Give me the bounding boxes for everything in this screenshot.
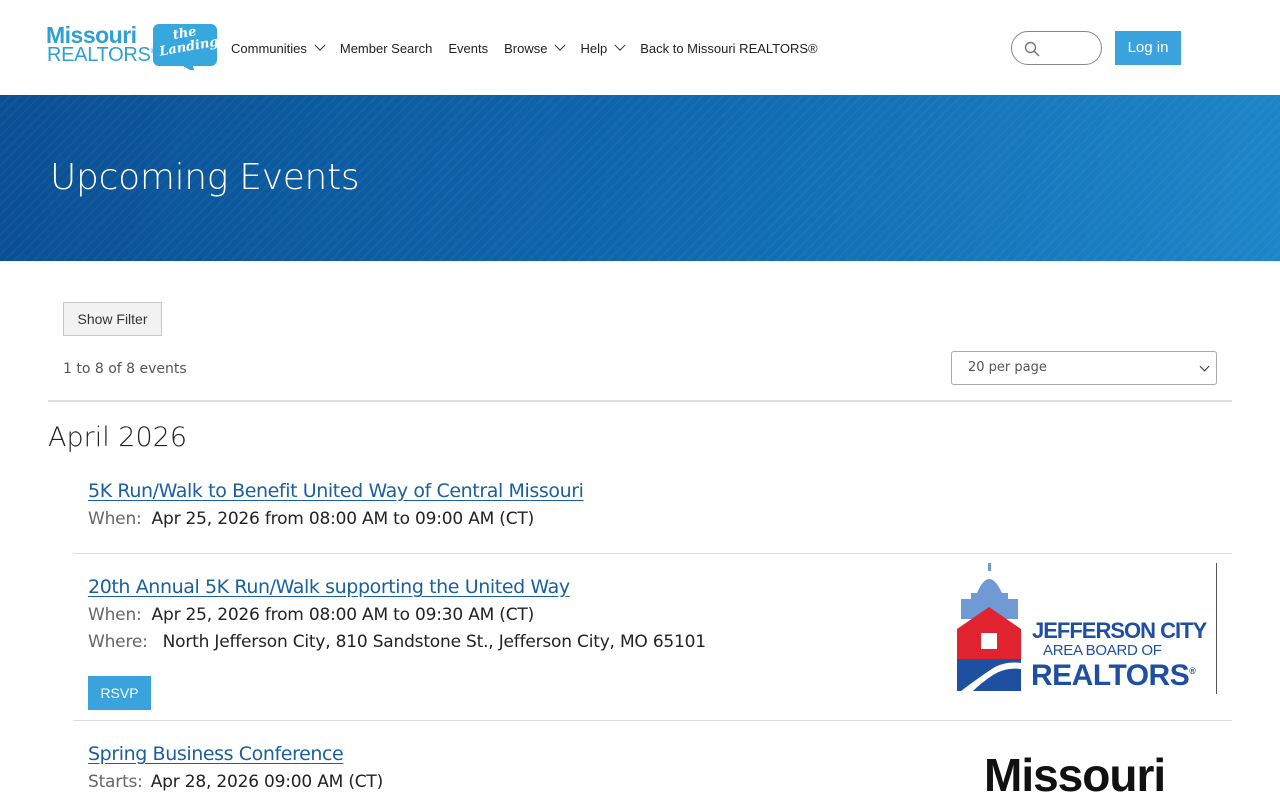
month-heading: April 2026 <box>48 422 188 453</box>
logo-line: AREA BOARD OF <box>1043 642 1162 659</box>
page-title: Upcoming Events <box>50 157 360 198</box>
nav-communities[interactable]: Communities <box>231 39 326 56</box>
chevron-down-icon <box>1199 361 1210 372</box>
logo-realtors: REALTORS® <box>47 44 156 66</box>
event-title-link[interactable]: Spring Business Conference <box>88 743 383 765</box>
results-count: 1 to 8 of 8 events <box>63 361 187 377</box>
nav-events-label: Events <box>448 40 489 56</box>
divider <box>73 720 1232 721</box>
missouri-realtors-landing-logo[interactable]: Missouri REALTORS® the Landing <box>46 22 220 72</box>
nav-browse[interactable]: Browse <box>504 39 567 56</box>
main-nav: Communities Member Search Events Browse … <box>231 38 834 58</box>
show-filter-button[interactable]: Show Filter <box>63 302 162 336</box>
event-where: Where: North Jefferson City, 810 Sandston… <box>88 632 706 652</box>
starts-label: Starts: <box>88 772 143 792</box>
where-value: North Jefferson City, 810 Sandstone St.,… <box>162 632 706 652</box>
missouri-logo: Missouri <box>984 749 1166 800</box>
nav-back-label: Back to Missouri REALTORS® <box>640 40 818 56</box>
per-page-value: 20 per page <box>968 360 1047 375</box>
per-page-select[interactable]: 20 per page <box>951 351 1217 385</box>
nav-help-label: Help <box>580 40 608 56</box>
divider <box>73 553 1232 554</box>
chevron-down-icon <box>554 39 567 51</box>
event-when: When: Apr 25, 2026 from 08:00 AM to 09:30… <box>88 605 706 625</box>
event-item: 5K Run/Walk to Benefit United Way of Cen… <box>88 480 584 529</box>
search-input[interactable] <box>1011 31 1102 65</box>
event-title-link[interactable]: 5K Run/Walk to Benefit United Way of Cen… <box>88 480 584 502</box>
where-label: Where: <box>88 632 148 652</box>
login-button[interactable]: Log in <box>1115 31 1181 65</box>
starts-value: Apr 28, 2026 09:00 AM (CT) <box>150 772 384 792</box>
rsvp-button[interactable]: RSVP <box>88 676 151 710</box>
capitol-dome-icon <box>957 563 1021 691</box>
when-label: When: <box>88 605 142 625</box>
event-starts: Starts: Apr 28, 2026 09:00 AM (CT) <box>88 772 383 792</box>
site-header: Missouri REALTORS® the Landing Communiti… <box>0 0 1280 95</box>
nav-browse-label: Browse <box>504 40 548 56</box>
event-item: 20th Annual 5K Run/Walk supporting the U… <box>88 576 706 652</box>
nav-help[interactable]: Help <box>580 39 626 56</box>
event-when: When: Apr 25, 2026 from 08:00 AM to 09:00… <box>88 509 584 529</box>
nav-back-to-missouri-realtors[interactable]: Back to Missouri REALTORS® <box>640 41 817 56</box>
logo-line: REALTORS® <box>1031 659 1196 692</box>
event-item: Spring Business Conference Starts: Apr 28… <box>88 743 383 792</box>
chevron-down-icon <box>614 39 626 51</box>
nav-member-search-label: Member Search <box>339 40 433 56</box>
when-label: When: <box>88 509 142 529</box>
chevron-down-icon <box>314 39 326 51</box>
search-icon <box>1024 41 1040 57</box>
logo-line: JEFFERSON CITY <box>1032 618 1207 643</box>
nav-member-search[interactable]: Member Search <box>340 41 432 56</box>
when-value: Apr 25, 2026 from 08:00 AM to 09:00 AM (… <box>151 509 535 529</box>
nav-events[interactable]: Events <box>448 41 488 56</box>
jefferson-city-board-logo: JEFFERSON CITY AREA BOARD OF REALTORS® <box>955 563 1217 694</box>
event-title-link[interactable]: 20th Annual 5K Run/Walk supporting the U… <box>88 576 706 598</box>
divider <box>48 400 1232 402</box>
nav-communities-label: Communities <box>231 40 307 56</box>
page-banner: Upcoming Events <box>0 95 1280 261</box>
when-value: Apr 25, 2026 from 08:00 AM to 09:30 AM (… <box>151 605 535 625</box>
